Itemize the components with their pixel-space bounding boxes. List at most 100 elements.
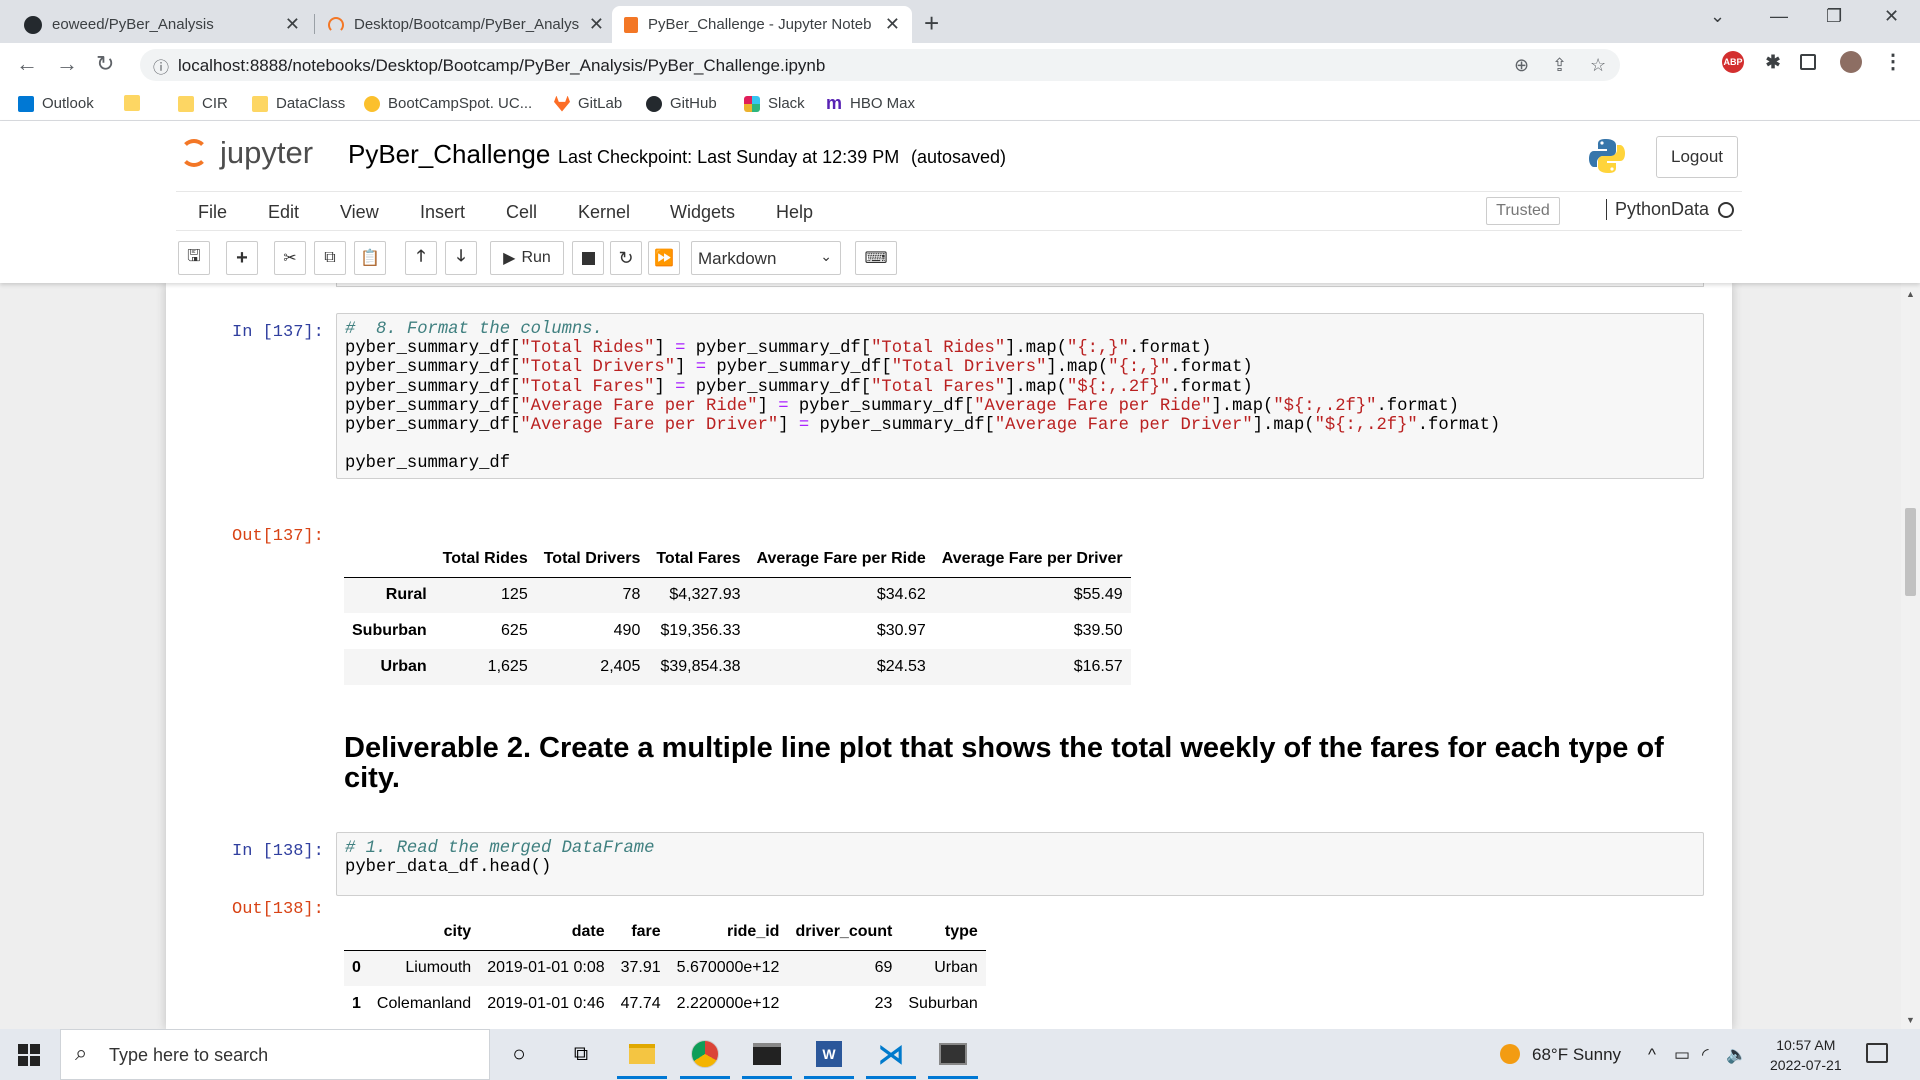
tab-title: eoweed/PyBer_Analysis [52,16,214,33]
code-token: ].map( [1005,377,1068,397]
close-tab-icon[interactable]: ✕ [589,14,604,35]
bookmark-cir[interactable]: CIR [178,95,228,112]
code-cell-137[interactable]: # 8. Format the columns. pyber_summary_df… [336,313,1704,479]
kernel-idle-indicator [1718,202,1734,218]
scroll-down-icon[interactable]: ▼ [1906,1015,1915,1025]
share-icon[interactable]: ⇪ [1552,55,1567,76]
logout-button[interactable]: Logout [1656,136,1738,178]
tab-search-chevron-icon[interactable]: ⌄ [1710,6,1725,27]
chrome-icon[interactable] [690,1039,720,1069]
jupyter-logo[interactable]: jupyter [180,135,313,171]
copy-button[interactable]: ⧉ [314,241,346,275]
menu-help[interactable]: Help [776,202,813,223]
run-button[interactable]: ▶ Run [490,241,564,275]
menu-cell[interactable]: Cell [506,202,537,223]
code-token: "Average Fare per Ride" [974,396,1212,416]
scrollbar-thumb[interactable] [1905,508,1916,596]
menu-insert[interactable]: Insert [420,202,465,223]
restart-run-all-button[interactable]: ⏩ [648,241,680,275]
bookmark-hbomax[interactable]: m HBO Max [826,94,915,113]
close-window-icon[interactable]: ✕ [1884,6,1899,27]
notebook-scrollbar[interactable]: ▲ ▼ [1901,283,1920,1029]
restart-kernel-button[interactable]: ↻ [610,241,642,275]
bookmark-github[interactable]: GitHub [646,95,717,112]
arrow-up-icon: 🡑 [416,247,426,265]
bookmark-gitlab[interactable]: GitLab [554,95,622,112]
code-token: = [675,339,686,359]
tray-chevron-up-icon[interactable]: ^ [1648,1045,1656,1065]
wifi-icon[interactable]: ◜ [1702,1045,1709,1065]
browser-tab-jupyter-tree[interactable]: Desktop/Bootcamp/PyBer_Analys ✕ [316,6,616,43]
site-info-icon[interactable]: ⓘ [153,54,169,78]
paste-button[interactable]: 📋 [354,241,386,275]
menu-widgets[interactable]: Widgets [670,202,735,223]
browser-tab-active-notebook[interactable]: PyBer_Challenge - Jupyter Noteb ✕ [612,6,912,43]
minimize-icon[interactable]: — [1770,6,1788,27]
vscode-icon[interactable]: ⋊ [876,1039,906,1069]
reload-icon[interactable]: ↻ [96,51,114,77]
code-token: ] [778,416,799,435]
save-button[interactable]: 🖫 [178,241,210,275]
address-bar[interactable]: ⓘ localhost:8888/notebooks/Desktop/Bootc… [140,49,1620,81]
task-view-icon[interactable]: ⧉ [566,1039,596,1069]
slack-icon [744,95,760,112]
zoom-icon[interactable]: ⊕ [1514,55,1529,76]
table-cell: 5.670000e+12 [676,959,780,977]
battery-icon[interactable]: ▭ [1674,1045,1690,1065]
table-header-row: Total Rides Total Drivers Total Fares Avera… [344,541,1131,577]
trusted-indicator[interactable]: Trusted [1486,197,1560,225]
active-app-indicator [742,1076,792,1079]
code-token: "Average Fare per Driver" [994,416,1253,435]
side-panel-icon[interactable] [1800,54,1816,70]
volume-icon[interactable]: 🔈 [1726,1045,1747,1065]
new-tab-icon[interactable]: + [924,8,939,39]
restore-icon[interactable]: ❐ [1826,6,1842,27]
previous-code-cell[interactable] [336,283,1704,287]
notifications-icon[interactable] [1866,1043,1888,1063]
console-icon[interactable] [938,1039,968,1069]
close-tab-icon[interactable]: ✕ [285,14,300,35]
bookmark-outlook[interactable]: Outlook [18,95,94,112]
code-token: .format) [1128,339,1212,359]
bookmark-bootcampspot[interactable]: BootCampSpot. UC... [364,95,532,112]
cell-type-select[interactable]: Markdown ⌄ [691,241,841,275]
extensions-puzzle-icon[interactable]: ✱ [1762,51,1784,73]
interrupt-button[interactable] [572,241,604,275]
menu-edit[interactable]: Edit [268,202,299,223]
weather-text[interactable]: 68°F Sunny [1532,1045,1621,1065]
cut-button[interactable]: ✂ [274,241,306,275]
menu-kernel[interactable]: Kernel [578,202,630,223]
insert-cell-button[interactable]: + [226,241,258,275]
move-up-button[interactable]: 🡑 [405,241,437,275]
word-icon[interactable]: W [814,1039,844,1069]
menu-view[interactable]: View [340,202,379,223]
bookmark-folder[interactable] [124,95,148,111]
notebook-name[interactable]: PyBer_Challenge [348,139,550,170]
menu-file[interactable]: File [198,202,227,223]
browser-tab-github[interactable]: eoweed/PyBer_Analysis ✕ [12,6,312,43]
cortana-icon[interactable]: ○ [504,1039,534,1069]
code-cell-138[interactable]: # 1. Read the merged DataFrame pyber_data… [336,832,1704,896]
more-menu-icon[interactable]: ⋮ [1882,51,1904,73]
scroll-up-icon[interactable]: ▲ [1906,289,1915,299]
forward-icon[interactable]: → [56,51,78,77]
taskbar-search-box[interactable]: ⌕ Type here to search [60,1029,490,1080]
table-cell: 69 [874,959,893,977]
url-text: localhost:8888/notebooks/Desktop/Bootcam… [178,56,826,75]
move-down-button[interactable]: 🡓 [445,241,477,275]
profile-avatar[interactable] [1840,51,1862,73]
close-tab-icon[interactable]: ✕ [885,14,900,35]
bookmark-slack[interactable]: Slack [744,95,805,112]
star-icon[interactable]: ☆ [1590,55,1606,76]
terminal-icon[interactable] [752,1039,782,1069]
file-explorer-icon[interactable] [627,1039,657,1069]
command-palette-button[interactable]: ⌨ [855,241,897,275]
kernel-name[interactable]: PythonData [1606,199,1709,220]
windows-start-icon[interactable] [18,1044,40,1066]
adblock-extension-icon[interactable]: ABP [1722,51,1744,73]
bookmark-dataclass[interactable]: DataClass [252,95,345,112]
summary-dataframe-table: Total Rides Total Drivers Total Fares Avera… [344,541,1131,685]
markdown-heading[interactable]: Deliverable 2. Create a multiple line pl… [344,733,1704,793]
system-clock[interactable]: 10:57 AM 2022-07-21 [1770,1035,1842,1075]
back-icon[interactable]: ← [16,51,38,77]
